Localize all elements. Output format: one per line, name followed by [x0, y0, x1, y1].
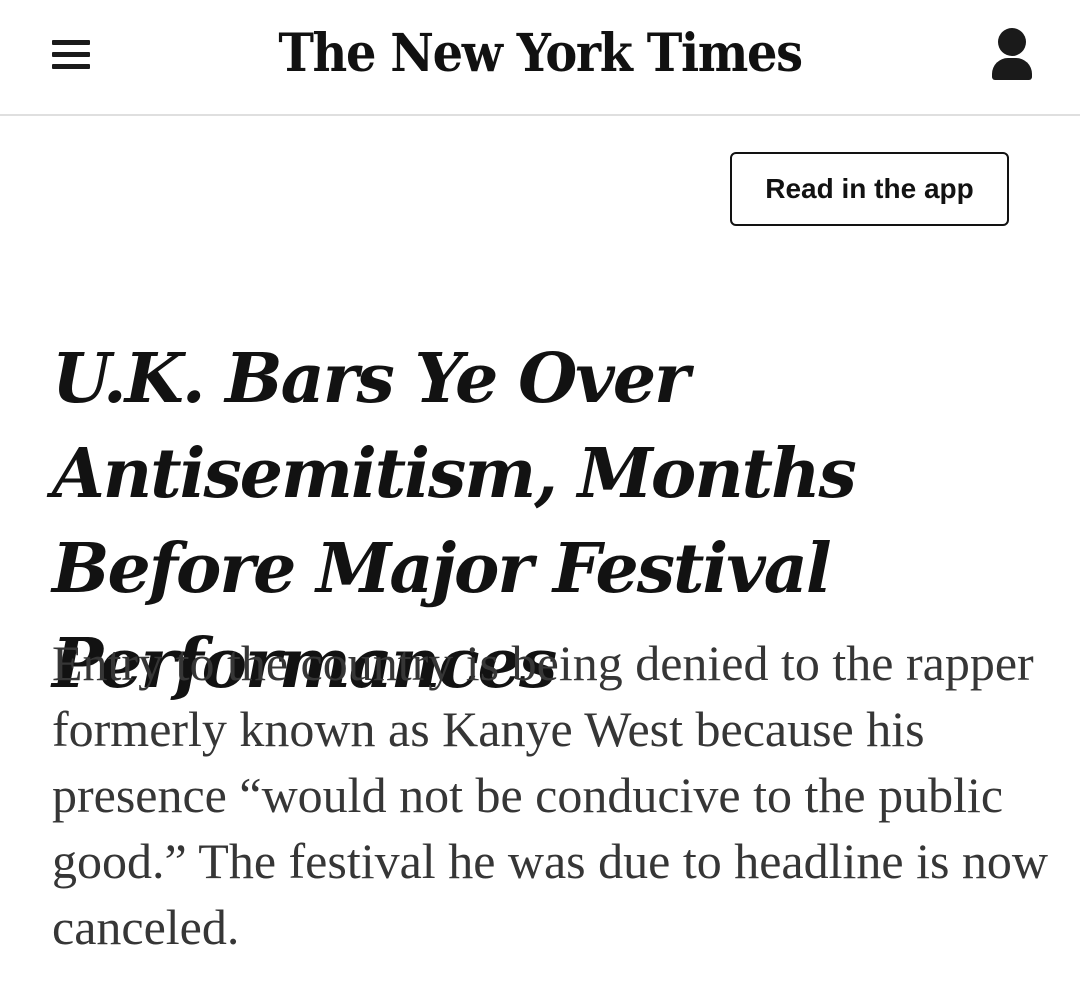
read-in-app-button[interactable]: Read in the app [730, 152, 1009, 226]
user-account-icon[interactable] [990, 28, 1034, 82]
account-torso-shape [992, 58, 1032, 80]
masthead: The New York Times [0, 0, 1080, 116]
account-head-shape [998, 28, 1026, 56]
article-summary: Entry to the country is being denied to … [52, 635, 1049, 955]
site-logo[interactable]: The New York Times [43, 24, 1037, 84]
